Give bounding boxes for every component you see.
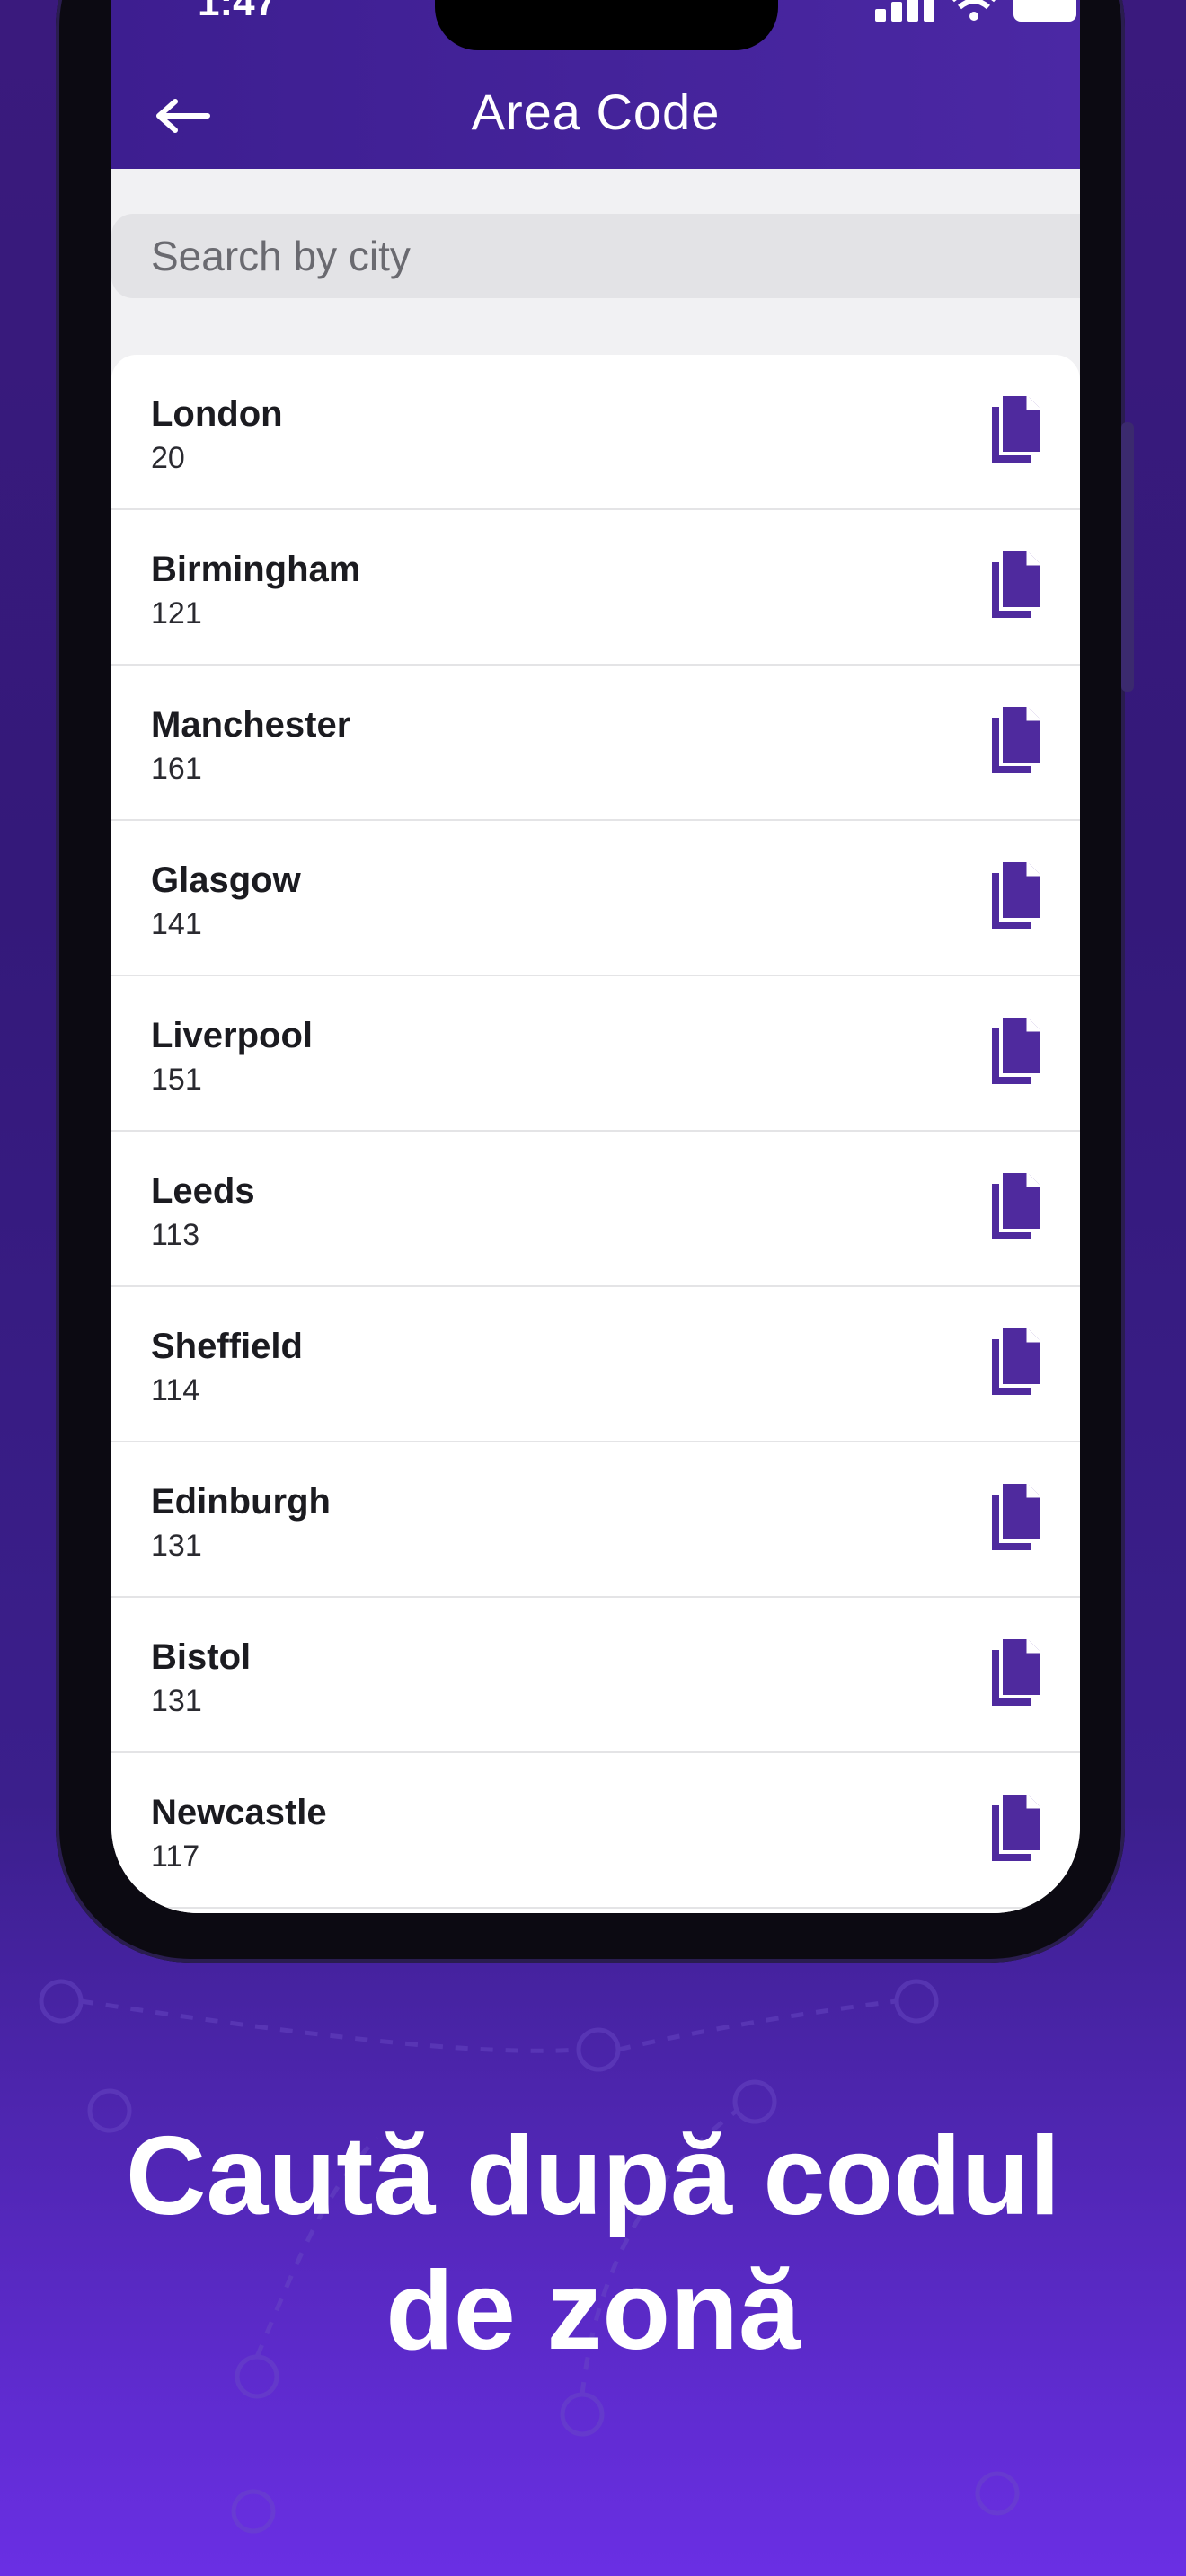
copy-button[interactable] (990, 551, 1046, 620)
signal-icon (875, 0, 934, 22)
copy-button[interactable] (990, 1484, 1046, 1552)
copy-button[interactable] (990, 1328, 1046, 1397)
caption-line-1: Caută după codul (125, 2114, 1061, 2238)
copy-button[interactable] (990, 1795, 1046, 1863)
caption-line-2: de zonă (385, 2249, 801, 2373)
area-code: 20 (151, 441, 185, 475)
city-name: Newcastle (151, 1793, 327, 1832)
status-time: 1:47 (198, 0, 278, 24)
copy-button[interactable] (990, 862, 1046, 931)
battery-icon (1013, 0, 1076, 22)
city-name: Leeds (151, 1171, 255, 1211)
search-input[interactable] (111, 214, 1080, 298)
list-item[interactable]: Birmingham 121 (111, 510, 1080, 666)
area-code: 131 (151, 1684, 202, 1718)
list-item[interactable]: Bistol 131 (111, 1598, 1080, 1753)
promo-caption: Caută după codul de zonă (0, 2109, 1186, 2378)
copy-icon (992, 1795, 1040, 1861)
list-item[interactable]: Leeds 113 (111, 1132, 1080, 1287)
copy-icon (992, 1484, 1040, 1550)
list-item[interactable]: Sheffield 114 (111, 1287, 1080, 1442)
city-name: Manchester (151, 705, 351, 745)
page-title: Area Code (471, 84, 721, 140)
city-name: Edinburgh (151, 1482, 331, 1522)
area-code: 131 (151, 1529, 202, 1563)
copy-icon (992, 1018, 1040, 1084)
city-name: Bistol (151, 1637, 252, 1677)
status-icons (875, 0, 1076, 22)
copy-icon (992, 862, 1040, 929)
app-header: 1:47 Area Code (111, 0, 1080, 169)
city-name: Sheffield (151, 1327, 303, 1366)
copy-button[interactable] (990, 396, 1046, 464)
dynamic-island (435, 0, 778, 50)
list-item[interactable]: London 20 (111, 355, 1080, 510)
list-item[interactable]: Newcastle 117 (111, 1753, 1080, 1909)
wifi-icon (952, 0, 996, 21)
area-code: 151 (151, 1063, 202, 1097)
list-item[interactable]: Liverpool 151 (111, 976, 1080, 1132)
area-code: 121 (151, 596, 202, 631)
copy-icon (992, 1639, 1040, 1706)
app-screen: 1:47 Area Code London 20 Birmingham 121 Manc… (111, 0, 1080, 1913)
area-code: 114 (151, 1373, 200, 1407)
copy-button[interactable] (990, 1639, 1046, 1707)
area-code: 161 (151, 752, 202, 786)
city-name: Glasgow (151, 860, 301, 900)
copy-icon (992, 1328, 1040, 1395)
area-code-list: London 20 Birmingham 121 Manchester 161 Glasgo… (111, 355, 1080, 1913)
list-item[interactable]: Edinburgh 131 (111, 1442, 1080, 1598)
copy-icon (992, 1173, 1040, 1239)
list-item[interactable]: Glasgow 141 (111, 821, 1080, 976)
area-code: 113 (151, 1218, 200, 1252)
city-name: Birmingham (151, 550, 361, 589)
copy-icon (992, 551, 1040, 618)
city-name: Liverpool (151, 1016, 314, 1055)
copy-button[interactable] (990, 1018, 1046, 1086)
list-item[interactable]: Manchester 161 (111, 666, 1080, 821)
area-code: 117 (151, 1839, 200, 1874)
copy-button[interactable] (990, 1173, 1046, 1241)
area-code: 141 (151, 907, 202, 941)
phone-side-button (1121, 422, 1134, 692)
copy-icon (992, 396, 1040, 463)
copy-icon (992, 707, 1040, 773)
city-name: London (151, 394, 283, 434)
copy-button[interactable] (990, 707, 1046, 775)
